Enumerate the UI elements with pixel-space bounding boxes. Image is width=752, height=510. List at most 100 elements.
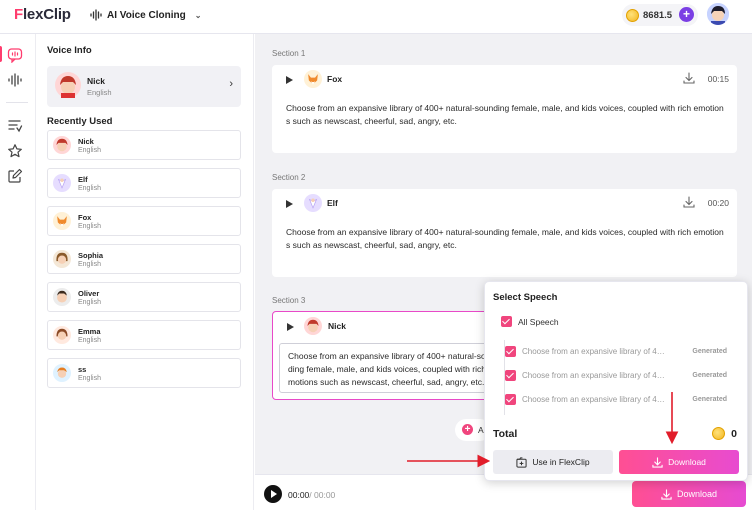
- voice-name: ss: [78, 365, 87, 374]
- oliver-avatar: [53, 288, 71, 309]
- project-selector[interactable]: AI Voice Cloning ⌄: [90, 9, 201, 21]
- play-icon[interactable]: [287, 323, 294, 331]
- elf-avatar: [53, 174, 71, 195]
- status-badge: Generated: [692, 395, 727, 403]
- star-icon[interactable]: [7, 143, 23, 159]
- nick-avatar: [55, 72, 81, 98]
- left-rail: [0, 34, 36, 510]
- play-button[interactable]: [264, 485, 282, 503]
- section-card[interactable]: Elf 00:20 Choose from an expansive libra…: [272, 189, 737, 277]
- voice-wave-icon: [90, 9, 102, 21]
- recent-voice-sophia[interactable]: Sophia English: [47, 244, 241, 274]
- download-icon: [652, 456, 663, 468]
- credits-badge[interactable]: 8681.5 +: [622, 4, 698, 26]
- speech-item-text: Choose from an expansive library of 40..…: [522, 370, 667, 380]
- ss-avatar: [53, 364, 71, 385]
- checkbox-icon[interactable]: [505, 345, 516, 357]
- section-duration: 00:15: [707, 74, 729, 84]
- download-button[interactable]: Download: [632, 481, 746, 507]
- edit-icon[interactable]: [7, 168, 23, 184]
- recent-voice-elf[interactable]: Elf English: [47, 168, 241, 198]
- checkbox-icon[interactable]: [505, 369, 516, 381]
- subtitle-list-icon[interactable]: [7, 118, 23, 134]
- popup-title: Select Speech: [493, 292, 558, 303]
- voice-language: English: [78, 261, 101, 268]
- coin-icon: [626, 8, 639, 22]
- download-icon: [661, 488, 672, 500]
- plus-icon: +: [462, 424, 473, 435]
- voice-language: English: [78, 337, 101, 344]
- select-speech-popup: Select Speech All Speech Choose from an …: [484, 281, 748, 481]
- popup-download-button[interactable]: Download: [619, 450, 739, 474]
- voice-panel: Voice Info Nick English › Recently Used …: [36, 34, 254, 510]
- coin-icon: [712, 427, 726, 440]
- status-badge: Generated: [692, 371, 727, 379]
- rail-divider: [6, 102, 28, 103]
- elf-avatar: [304, 194, 322, 215]
- recent-voice-oliver[interactable]: Oliver English: [47, 282, 241, 312]
- section-card[interactable]: Fox 00:15 Choose from an expansive libra…: [272, 65, 737, 153]
- speech-list: All Speech Choose from an expansive libr…: [499, 310, 739, 415]
- play-icon[interactable]: [286, 76, 293, 84]
- use-in-flexclip-button[interactable]: Use in FlexClip: [493, 450, 613, 474]
- recent-voice-emma[interactable]: Emma English: [47, 320, 241, 350]
- recent-voice-nick[interactable]: Nick English: [47, 130, 241, 160]
- recent-voice-fox[interactable]: Fox English: [47, 206, 241, 236]
- voice-name: Sophia: [78, 251, 104, 260]
- voice-name: Fox: [78, 213, 92, 222]
- checkbox-icon: [501, 316, 512, 327]
- recently-used-title: Recently Used: [47, 116, 113, 127]
- all-speech-label: All Speech: [518, 316, 559, 327]
- chevron-down-icon: ⌄: [194, 10, 202, 20]
- voice-language: English: [78, 223, 101, 230]
- section-voice-name: Fox: [327, 74, 343, 84]
- all-speech-checkbox[interactable]: All Speech: [501, 316, 559, 327]
- play-icon[interactable]: [286, 200, 293, 208]
- voice-language: English: [78, 185, 101, 192]
- section-text[interactable]: Choose from an expansive library of 400+…: [288, 350, 498, 390]
- voice-name: Emma: [78, 327, 101, 336]
- fox-avatar: [304, 70, 322, 91]
- total-credits: 0: [712, 427, 737, 440]
- speech-item-text: Choose from an expansive library of 40..…: [522, 346, 667, 356]
- status-badge: Generated: [692, 347, 727, 355]
- voice-language: English: [78, 147, 101, 154]
- sophia-avatar: [53, 250, 71, 271]
- speech-item[interactable]: Choose from an expansive library of 40..…: [505, 364, 733, 386]
- speech-item-text: Choose from an expansive library of 40..…: [522, 394, 667, 404]
- section-duration: 00:20: [707, 198, 729, 208]
- text-to-speech-icon[interactable]: [7, 47, 23, 64]
- recent-voice-ss[interactable]: ss English: [47, 358, 241, 388]
- chevron-right-icon[interactable]: ›: [229, 78, 233, 90]
- flexclip-logo[interactable]: FlexClip: [14, 6, 71, 23]
- section-text-editor[interactable]: Choose from an expansive library of 400+…: [279, 343, 503, 393]
- speech-item[interactable]: Choose from an expansive library of 40..…: [505, 388, 733, 410]
- import-icon: [516, 456, 528, 468]
- section-label: Section 2: [272, 173, 306, 182]
- voice-wave-icon[interactable]: [7, 72, 23, 88]
- time-display: 00:00/ 00:00: [288, 490, 336, 500]
- download-icon[interactable]: [683, 72, 695, 87]
- current-voice-language: English: [87, 88, 112, 97]
- top-bar: FlexClip AI Voice Cloning ⌄ 8681.5 +: [0, 0, 752, 34]
- fox-avatar: [53, 212, 71, 233]
- voice-language: English: [78, 375, 101, 382]
- voice-name: Elf: [78, 175, 88, 184]
- section-text[interactable]: Choose from an expansive library of 400+…: [286, 102, 726, 128]
- speech-item[interactable]: Choose from an expansive library of 40..…: [505, 340, 733, 362]
- total-label: Total: [493, 428, 518, 440]
- section-voice-name: Elf: [327, 198, 338, 208]
- current-voice-name: Nick: [87, 76, 105, 86]
- user-avatar[interactable]: [707, 3, 729, 25]
- section-text[interactable]: Choose from an expansive library of 400+…: [286, 226, 726, 252]
- voice-info-title: Voice Info: [47, 45, 92, 56]
- project-title: AI Voice Cloning: [107, 9, 186, 21]
- emma-avatar: [53, 326, 71, 347]
- add-credits-button[interactable]: +: [679, 7, 694, 22]
- checkbox-icon[interactable]: [505, 393, 516, 405]
- current-voice-card[interactable]: Nick English ›: [47, 66, 241, 107]
- credits-value: 8681.5: [643, 9, 673, 21]
- download-icon[interactable]: [683, 196, 695, 211]
- add-section-label: A: [478, 425, 484, 435]
- voice-language: English: [78, 299, 101, 306]
